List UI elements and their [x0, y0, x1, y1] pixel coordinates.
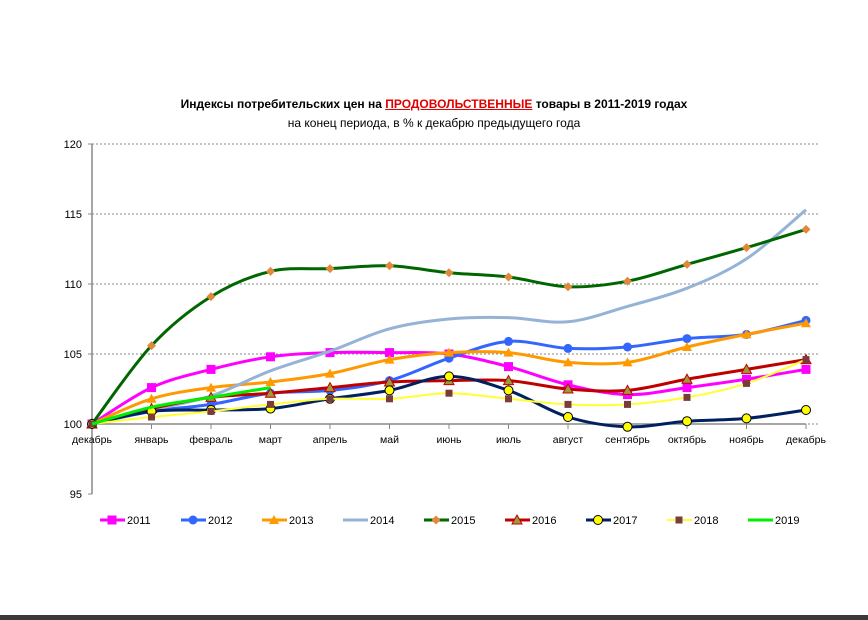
taskbar-edge [0, 615, 868, 620]
legend-label-2011: 2011 [127, 515, 151, 527]
data-point-2011 [266, 352, 275, 362]
data-point-2012 [563, 343, 573, 353]
y-tick-label: 115 [64, 209, 82, 221]
data-point-2015 [385, 261, 394, 271]
data-point-2017 [444, 371, 454, 382]
legend-label-2012: 2012 [208, 515, 232, 527]
x-tick-label: декабрь [786, 434, 826, 446]
data-point-2015 [266, 266, 275, 276]
legend-marker-2015 [431, 515, 441, 525]
data-point-2012 [623, 342, 632, 352]
legend-label-2017: 2017 [613, 515, 637, 527]
x-tick-label: январь [134, 434, 169, 446]
data-point-2015 [504, 272, 513, 282]
data-point-2015 [742, 243, 751, 253]
x-tick-label: май [380, 434, 399, 446]
x-tick-label: июль [496, 434, 522, 446]
legend-marker-2012 [188, 515, 198, 525]
x-tick-label: декабрь [72, 434, 112, 446]
legend-marker-2017 [593, 515, 603, 525]
legend-marker-2011 [107, 515, 117, 525]
data-point-2018 [624, 400, 631, 408]
data-point-2018 [802, 356, 810, 364]
data-point-2015 [444, 268, 454, 278]
legend-label-2016: 2016 [532, 515, 556, 527]
data-point-2011 [147, 383, 156, 393]
data-point-2017 [682, 416, 692, 427]
x-tick-label: март [259, 434, 283, 446]
line-chart: 95 100 105 110 115 120 декабрь январь февраль мар… [64, 139, 827, 527]
legend-label-2015: 2015 [451, 515, 475, 527]
data-point-2017 [384, 385, 395, 396]
data-point-2018 [386, 395, 393, 403]
y-tick-label: 120 [64, 139, 82, 151]
data-point-2011 [682, 383, 692, 393]
legend-label-2018: 2018 [694, 515, 718, 527]
data-point-2017 [563, 412, 573, 422]
data-point-2018 [326, 395, 334, 403]
data-point-2011 [801, 364, 811, 374]
data-point-2011 [206, 364, 216, 374]
x-tick-label: сентябрь [605, 434, 650, 446]
legend-label-2019: 2019 [775, 515, 799, 527]
data-point-2017 [622, 421, 633, 432]
data-point-2018 [445, 389, 453, 397]
legend-label-2014: 2014 [370, 515, 394, 527]
data-point-2018 [505, 395, 512, 403]
data-point-2012 [682, 334, 692, 344]
y-tick-label: 100 [64, 419, 82, 431]
data-point-2018 [683, 393, 691, 401]
y-tick-label: 105 [64, 349, 82, 361]
data-point-2015 [325, 264, 335, 274]
x-tick-label: ноябрь [729, 434, 764, 446]
data-point-2011 [504, 362, 513, 372]
x-tick-label: апрель [313, 434, 348, 446]
y-tick-label: 95 [70, 489, 82, 501]
data-point-2015 [801, 224, 811, 234]
legend-label-2013: 2013 [289, 515, 313, 527]
data-point-2017 [741, 413, 752, 424]
y-tick-label: 110 [64, 279, 82, 291]
data-point-2015 [682, 259, 692, 269]
data-point-2018 [743, 379, 750, 387]
data-point-2018 [148, 413, 155, 421]
x-tick-label: июнь [436, 434, 462, 446]
data-point-2017 [503, 385, 514, 396]
legend-marker-2018 [675, 516, 683, 524]
x-tick-label: август [553, 434, 584, 446]
x-tick-label: октябрь [668, 434, 707, 446]
data-point-2018 [564, 400, 572, 408]
x-tick-label: февраль [189, 434, 233, 446]
data-point-2017 [801, 405, 811, 415]
data-point-2018 [207, 407, 215, 415]
data-point-2012 [504, 336, 513, 346]
data-point-2018 [267, 400, 274, 408]
